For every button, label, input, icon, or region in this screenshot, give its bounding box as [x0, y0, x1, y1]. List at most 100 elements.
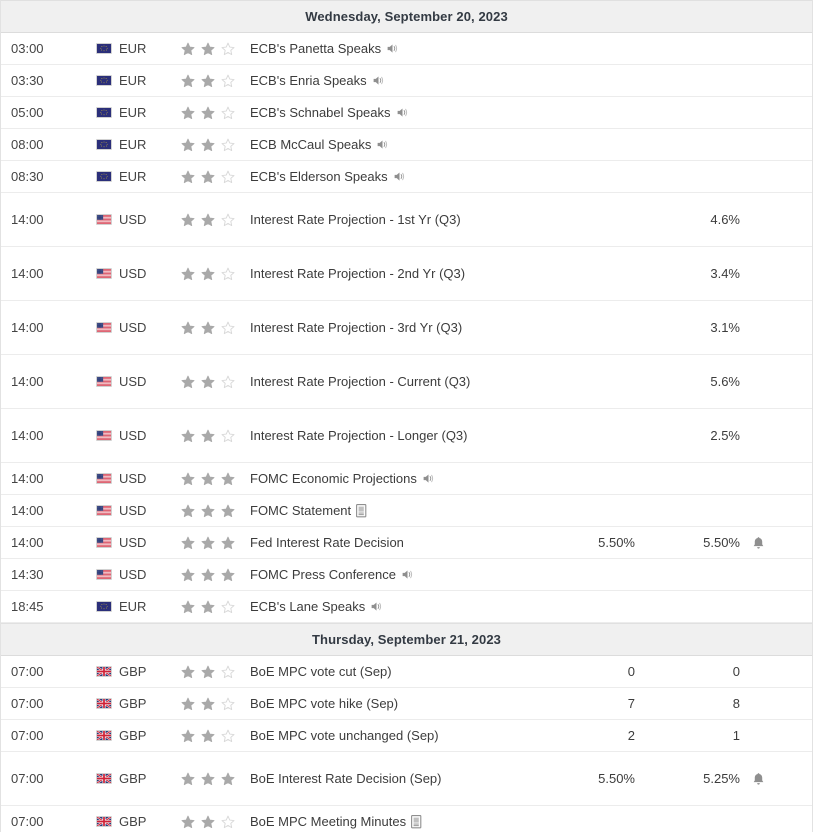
- gb-flag-icon: [96, 666, 112, 677]
- event-currency: USD: [96, 374, 176, 389]
- event-name: BoE MPC vote cut (Sep): [250, 664, 392, 679]
- event-currency: GBP: [96, 696, 176, 711]
- alert-cell[interactable]: [740, 772, 776, 786]
- event-currency: EUR: [96, 137, 176, 152]
- forecast-value: 3.4%: [710, 266, 740, 281]
- event-time: 08:30: [11, 169, 44, 184]
- star-filled-icon: [181, 815, 195, 829]
- event-name-cell[interactable]: BoE MPC vote unchanged (Sep): [250, 726, 530, 745]
- event-time: 08:00: [11, 137, 44, 152]
- event-name-cell[interactable]: ECB's Lane Speaks: [250, 597, 530, 616]
- alert-cell[interactable]: [740, 536, 776, 550]
- star-filled-icon: [201, 504, 215, 518]
- currency-code: GBP: [119, 814, 147, 829]
- actual-value: 0: [627, 664, 635, 679]
- calendar-event-row[interactable]: 14:00 USD Interest Rate Projection - 3rd Y…: [1, 301, 812, 355]
- event-name-cell[interactable]: BoE MPC vote hike (Sep): [250, 694, 530, 713]
- star-filled-icon: [201, 600, 215, 614]
- event-name-cell[interactable]: Interest Rate Projection - 3rd Yr (Q3): [250, 318, 530, 337]
- speaker-icon[interactable]: [376, 138, 389, 151]
- star-filled-icon: [201, 665, 215, 679]
- event-name-cell[interactable]: FOMC Economic Projections: [250, 469, 530, 488]
- speaker-icon[interactable]: [401, 568, 414, 581]
- event-name-cell[interactable]: FOMC Press Conference: [250, 565, 530, 584]
- calendar-event-row[interactable]: 07:00 GBP BoE MPC vote hike (Sep) 7 8: [1, 688, 812, 720]
- us-flag-icon: [96, 430, 112, 441]
- event-name-cell[interactable]: Interest Rate Projection - Current (Q3): [250, 372, 530, 391]
- calendar-event-row[interactable]: 05:00 EUR ECB's Schnabel Speaks: [1, 97, 812, 129]
- calendar-event-row[interactable]: 07:00 GBP BoE MPC vote unchanged (Sep) 2 1: [1, 720, 812, 752]
- document-icon[interactable]: [411, 814, 423, 829]
- actual-value: 2: [627, 728, 635, 743]
- calendar-event-row[interactable]: 14:00 USD FOMC Economic Projections: [1, 463, 812, 495]
- calendar-event-row[interactable]: 14:00 USD Interest Rate Projection - 1st Y…: [1, 193, 812, 247]
- star-filled-icon: [201, 472, 215, 486]
- calendar-event-row[interactable]: 03:00 EUR ECB's Panetta Speaks: [1, 33, 812, 65]
- speaker-icon[interactable]: [370, 600, 383, 613]
- impact-rating: [176, 697, 250, 711]
- speaker-icon[interactable]: [393, 170, 406, 183]
- event-name-cell[interactable]: ECB McCaul Speaks: [250, 135, 530, 154]
- calendar-event-row[interactable]: 14:00 USD Interest Rate Projection - Longe…: [1, 409, 812, 463]
- event-time: 18:45: [11, 599, 44, 614]
- event-name-cell[interactable]: Interest Rate Projection - 1st Yr (Q3): [250, 210, 530, 229]
- currency-code: USD: [119, 428, 147, 443]
- eu-flag-icon: [96, 139, 112, 150]
- us-flag-icon: [96, 569, 112, 580]
- event-time: 14:00: [11, 471, 44, 486]
- calendar-event-row[interactable]: 14:00 USD Interest Rate Projection - 2nd Y…: [1, 247, 812, 301]
- event-name-cell[interactable]: BoE Interest Rate Decision (Sep): [250, 769, 530, 788]
- event-time: 07:00: [11, 664, 44, 679]
- event-time: 07:00: [11, 771, 44, 786]
- star-filled-icon: [201, 321, 215, 335]
- event-time: 14:00: [11, 503, 44, 518]
- event-name-cell[interactable]: Fed Interest Rate Decision: [250, 533, 530, 552]
- event-name: Interest Rate Projection - 2nd Yr (Q3): [250, 266, 466, 281]
- star-filled-icon: [181, 375, 195, 389]
- event-name: ECB's Elderson Speaks: [250, 169, 388, 184]
- forecast-value: 0: [732, 664, 740, 679]
- calendar-event-row[interactable]: 08:30 EUR ECB's Elderson Speaks: [1, 161, 812, 193]
- actual-value: 5.50%: [598, 535, 635, 550]
- calendar-event-row[interactable]: 14:00 USD Fed Interest Rate Decision 5.50% 5…: [1, 527, 812, 559]
- calendar-event-row[interactable]: 14:00 USD FOMC Statement: [1, 495, 812, 527]
- star-empty-icon: [221, 429, 235, 443]
- speaker-icon[interactable]: [386, 42, 399, 55]
- calendar-event-row[interactable]: 07:00 GBP BoE MPC vote cut (Sep) 0 0: [1, 656, 812, 688]
- alert-bell-icon[interactable]: [752, 772, 765, 786]
- event-name-cell[interactable]: Interest Rate Projection - Longer (Q3): [250, 426, 530, 445]
- event-time: 14:00: [11, 320, 44, 335]
- forecast-value: 5.6%: [710, 374, 740, 389]
- gb-flag-icon: [96, 730, 112, 741]
- calendar-event-row[interactable]: 14:00 USD Interest Rate Projection - Curre…: [1, 355, 812, 409]
- calendar-event-row[interactable]: 08:00 EUR ECB McCaul Speaks: [1, 129, 812, 161]
- calendar-event-row[interactable]: 18:45 EUR ECB's Lane Speaks: [1, 591, 812, 623]
- star-empty-icon: [221, 138, 235, 152]
- event-currency: EUR: [96, 105, 176, 120]
- calendar-event-row[interactable]: 07:00 GBP BoE MPC Meeting Minutes: [1, 806, 812, 832]
- event-name-cell[interactable]: Interest Rate Projection - 2nd Yr (Q3): [250, 264, 530, 283]
- calendar-event-row[interactable]: 07:00 GBP BoE Interest Rate Decision (Sep)…: [1, 752, 812, 806]
- event-name: BoE Interest Rate Decision (Sep): [250, 771, 442, 786]
- eu-flag-icon: [96, 171, 112, 182]
- speaker-icon[interactable]: [422, 472, 435, 485]
- event-name-cell[interactable]: ECB's Elderson Speaks: [250, 167, 530, 186]
- event-name: BoE MPC vote unchanged (Sep): [250, 728, 439, 743]
- speaker-icon[interactable]: [372, 74, 385, 87]
- star-empty-icon: [221, 321, 235, 335]
- star-empty-icon: [221, 729, 235, 743]
- event-name-cell[interactable]: BoE MPC Meeting Minutes: [250, 812, 530, 831]
- event-currency: USD: [96, 535, 176, 550]
- speaker-icon[interactable]: [396, 106, 409, 119]
- alert-bell-icon[interactable]: [752, 536, 765, 550]
- document-icon[interactable]: [356, 503, 368, 518]
- event-name-cell[interactable]: FOMC Statement: [250, 501, 530, 520]
- event-name-cell[interactable]: ECB's Enria Speaks: [250, 71, 530, 90]
- calendar-event-row[interactable]: 03:30 EUR ECB's Enria Speaks: [1, 65, 812, 97]
- event-name-cell[interactable]: ECB's Schnabel Speaks: [250, 103, 530, 122]
- event-name-cell[interactable]: BoE MPC vote cut (Sep): [250, 662, 530, 681]
- us-flag-icon: [96, 537, 112, 548]
- calendar-event-row[interactable]: 14:30 USD FOMC Press Conference: [1, 559, 812, 591]
- event-name-cell[interactable]: ECB's Panetta Speaks: [250, 39, 530, 58]
- event-time: 07:00: [11, 728, 44, 743]
